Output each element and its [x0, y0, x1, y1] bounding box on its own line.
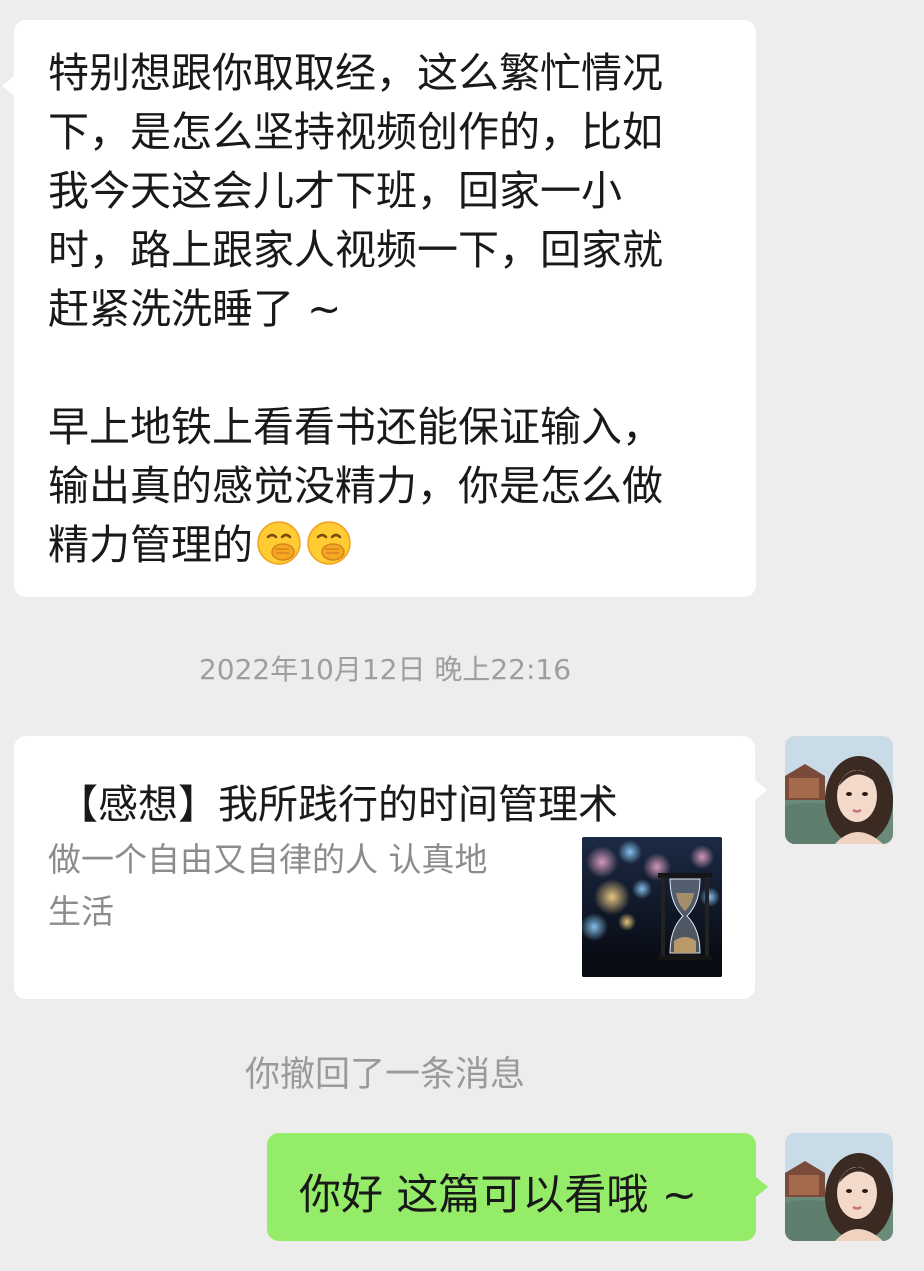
message-paragraph-1: 特别想跟你取取经，这么繁忙情况 下，是怎么坚持视频创作的，比如 我今天这会儿才下… [48, 49, 663, 333]
bubble-tail [756, 1177, 768, 1197]
bubble-tail [2, 76, 14, 96]
message-text: 特别想跟你取取经，这么繁忙情况 下，是怎么坚持视频创作的，比如 我今天这会儿才下… [48, 44, 726, 575]
message-paragraph-2: 早上地铁上看看书还能保证输入， 输出真的感觉没精力，你是怎么做 精力管理的 [48, 403, 663, 569]
incoming-message-bubble[interactable]: 特别想跟你取取经，这么繁忙情况 下，是怎么坚持视频创作的，比如 我今天这会儿才下… [2, 20, 756, 597]
avatar-photo-image [785, 736, 893, 844]
article-thumbnail [582, 837, 722, 977]
hourglass-thumbnail-image [582, 837, 722, 977]
self-avatar[interactable] [785, 736, 893, 844]
article-description-text: 做一个自由又自律的人 认真地 生活 [48, 840, 488, 931]
avatar-photo-image [785, 1133, 893, 1241]
hand-over-mouth-emoji-icon [307, 521, 351, 565]
chat-timestamp: 2022年10月12日 晚上22:16 [198, 653, 572, 686]
bubble-tail [755, 780, 767, 800]
shared-article-card[interactable]: 【感想】我所践行的时间管理术 做一个自由又自律的人 认真地 生活 [14, 736, 767, 999]
outgoing-message-text: 你好 这篇可以看哦 ~ [299, 1170, 697, 1219]
article-title: 【感想】我所践行的时间管理术 [58, 782, 618, 828]
self-avatar[interactable] [785, 1133, 893, 1241]
outgoing-message-bubble[interactable]: 你好 这篇可以看哦 ~ [267, 1133, 768, 1241]
hand-over-mouth-emoji-icon [257, 521, 301, 565]
article-description: 做一个自由又自律的人 认真地 生活 [48, 834, 568, 938]
recall-notice: 你撤回了一条消息 [244, 1055, 525, 1095]
